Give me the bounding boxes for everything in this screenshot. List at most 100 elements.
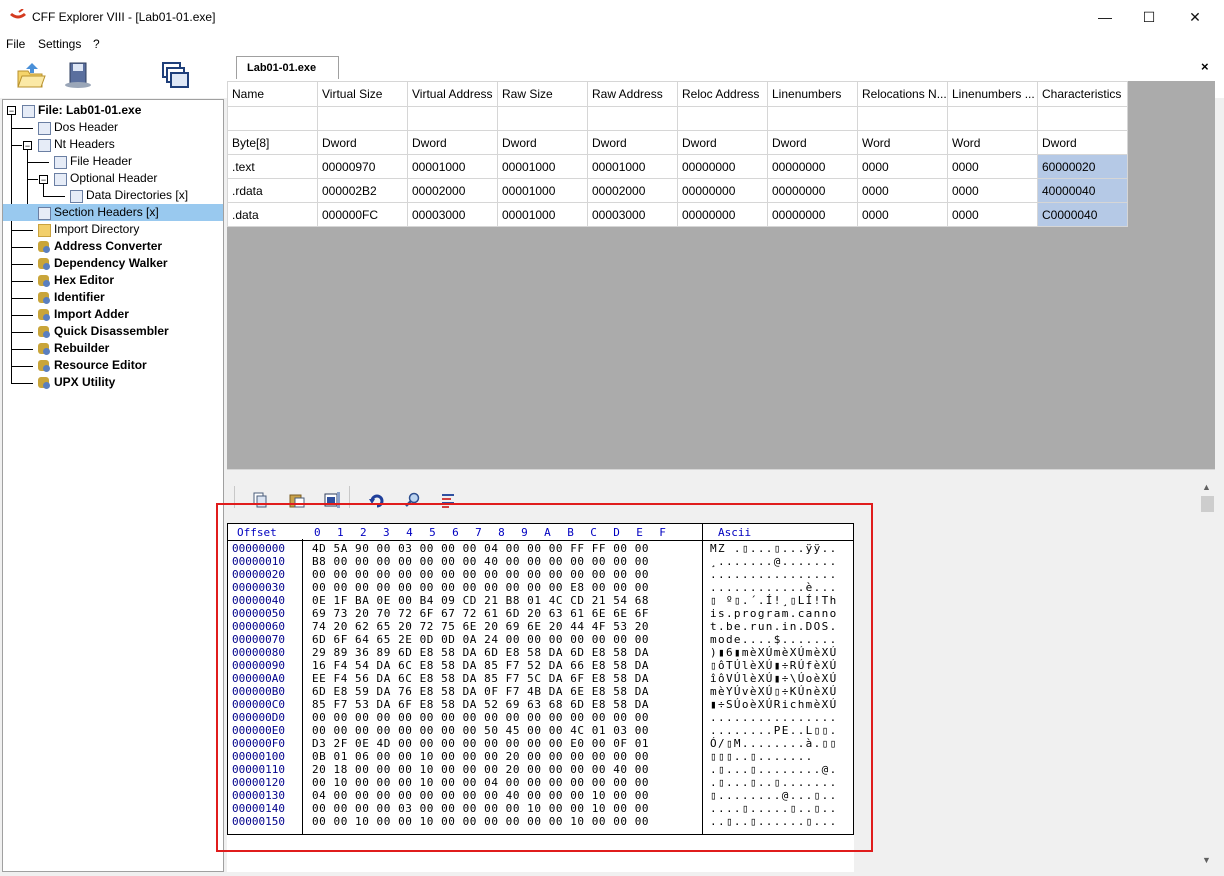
- hex-offset[interactable]: 00000120: [232, 776, 285, 789]
- hex-ascii[interactable]: îôVÚlèXÚ▮÷\ÚoèXÚ: [710, 672, 838, 685]
- hex-bytes[interactable]: 00 00 00 00 00 00 00 00 00 00 00 00 00 0…: [312, 711, 649, 724]
- close-tab-icon[interactable]: ×: [1201, 59, 1209, 74]
- hex-ascii[interactable]: mèYÚvèXÚ▯÷KÚnèXÚ: [710, 685, 838, 698]
- table-cell[interactable]: 00002000: [587, 178, 678, 203]
- table-cell[interactable]: 00000000: [767, 154, 858, 179]
- hex-ascii[interactable]: Ó/▯M........à.▯▯: [710, 737, 838, 750]
- hex-offset[interactable]: 00000130: [232, 789, 285, 802]
- hex-offset[interactable]: 00000020: [232, 568, 285, 581]
- minimize-button[interactable]: —: [1082, 0, 1128, 34]
- table-cell[interactable]: 00003000: [407, 202, 498, 227]
- search-icon[interactable]: [405, 492, 421, 508]
- hex-offset[interactable]: 000000A0: [232, 672, 285, 685]
- table-cell[interactable]: 0000: [857, 202, 948, 227]
- hex-ascii[interactable]: )▮6▮mèXÚmèXÚmèXÚ: [710, 646, 838, 659]
- characteristics-cell[interactable]: C0000040: [1037, 202, 1128, 227]
- maximize-button[interactable]: ☐: [1126, 0, 1172, 34]
- hex-bytes[interactable]: 74 20 62 65 20 72 75 6E 20 69 6E 20 44 4…: [312, 620, 649, 633]
- table-cell[interactable]: 00002000: [407, 178, 498, 203]
- table-cell[interactable]: 0000: [947, 202, 1038, 227]
- table-cell[interactable]: 00001000: [497, 202, 588, 227]
- table-cell[interactable]: .text: [227, 154, 318, 179]
- column-header[interactable]: Name: [227, 81, 318, 107]
- table-blank-row[interactable]: [227, 106, 1128, 131]
- hex-bytes[interactable]: 00 00 00 00 00 00 00 00 00 00 00 00 00 0…: [312, 568, 649, 581]
- table-header-row[interactable]: Name Virtual Size Virtual Address Raw Size R…: [227, 81, 1128, 107]
- menu-help[interactable]: ?: [93, 37, 100, 51]
- table-cell[interactable]: 0000: [947, 178, 1038, 203]
- tree-item-hex-editor[interactable]: Hex Editor: [38, 272, 114, 289]
- scrollbar-thumb[interactable]: [1201, 496, 1214, 512]
- hex-ascii[interactable]: ............è...: [710, 581, 838, 594]
- hex-ascii[interactable]: ▯ôTÚlèXÚ▮÷RÚfèXÚ: [710, 659, 838, 672]
- hex-ascii[interactable]: ▯▯▯..▯.......: [710, 750, 814, 763]
- hex-ascii[interactable]: .▯...▯........@.: [710, 763, 838, 776]
- copy-icon[interactable]: [252, 492, 268, 508]
- menu-file[interactable]: File: [6, 37, 25, 51]
- hex-offset[interactable]: 00000110: [232, 763, 285, 776]
- close-window-button[interactable]: ✕: [1172, 0, 1218, 34]
- hex-bytes[interactable]: 04 00 00 00 00 00 00 00 00 40 00 00 00 1…: [312, 789, 649, 802]
- hex-bytes[interactable]: 20 18 00 00 00 10 00 00 00 20 00 00 00 0…: [312, 763, 649, 776]
- hex-offset[interactable]: 000000F0: [232, 737, 285, 750]
- column-header[interactable]: Relocations N...: [857, 81, 948, 107]
- hex-offset[interactable]: 00000080: [232, 646, 285, 659]
- tree-item-section-headers[interactable]: Section Headers [x]: [3, 204, 223, 221]
- table-cell[interactable]: 00003000: [587, 202, 678, 227]
- tree-item-optional-header[interactable]: Optional Header: [54, 170, 157, 187]
- table-cell[interactable]: 00000970: [317, 154, 408, 179]
- column-header[interactable]: Virtual Size: [317, 81, 408, 107]
- column-header[interactable]: Raw Size: [497, 81, 588, 107]
- tree-item-quick-disassembler[interactable]: Quick Disassembler: [38, 323, 169, 340]
- table-row[interactable]: .rdata 000002B2 00002000 00001000 00002000 00…: [227, 178, 1128, 203]
- tree-item-import-adder[interactable]: Import Adder: [38, 306, 129, 323]
- column-header[interactable]: Linenumbers ...: [947, 81, 1038, 107]
- hex-ascii[interactable]: ........PE..L▯▯.: [710, 724, 838, 737]
- tree-item-resource-editor[interactable]: Resource Editor: [38, 357, 147, 374]
- select-all-icon[interactable]: [441, 492, 457, 508]
- tree-item-identifier[interactable]: Identifier: [38, 289, 105, 306]
- hex-ascii[interactable]: ¸.......@.......: [710, 555, 838, 568]
- hex-ascii[interactable]: is.program.canno: [710, 607, 838, 620]
- hex-offset[interactable]: 000000E0: [232, 724, 285, 737]
- hex-bytes[interactable]: 00 00 00 00 00 00 00 00 00 00 00 00 E8 0…: [312, 581, 649, 594]
- characteristics-cell[interactable]: 40000040: [1037, 178, 1128, 203]
- hex-offset[interactable]: 000000D0: [232, 711, 285, 724]
- hex-bytes[interactable]: 85 F7 53 DA 6F E8 58 DA 52 69 63 68 6D E…: [312, 698, 649, 711]
- hex-ascii[interactable]: ▯ º▯.´.Í!¸▯LÍ!Th: [710, 594, 838, 607]
- table-row[interactable]: .text 00000970 00001000 00001000 00001000 000…: [227, 154, 1128, 179]
- hex-ascii[interactable]: ▮÷SÚoèXÚRichmèXÚ: [710, 698, 838, 711]
- hex-offset[interactable]: 00000000: [232, 542, 285, 555]
- hex-bytes[interactable]: 00 00 10 00 00 10 00 00 00 00 00 00 10 0…: [312, 815, 649, 828]
- table-cell[interactable]: 0000: [947, 154, 1038, 179]
- table-cell[interactable]: 00000000: [767, 202, 858, 227]
- hex-ascii[interactable]: ................: [710, 568, 838, 581]
- table-cell[interactable]: 00000000: [767, 178, 858, 203]
- table-cell[interactable]: 00000000: [677, 202, 768, 227]
- hex-bytes[interactable]: 16 F4 54 DA 6C E8 58 DA 85 F7 52 DA 66 E…: [312, 659, 649, 672]
- column-header[interactable]: Characteristics: [1037, 81, 1128, 107]
- table-cell[interactable]: 0000: [857, 178, 948, 203]
- table-cell[interactable]: 0000: [857, 154, 948, 179]
- open-file-icon[interactable]: [16, 61, 46, 89]
- tree-item-data-directories[interactable]: Data Directories [x]: [70, 187, 188, 204]
- hex-offset[interactable]: 00000010: [232, 555, 285, 568]
- hex-bytes[interactable]: 00 00 00 00 00 00 00 00 50 45 00 00 4C 0…: [312, 724, 649, 737]
- hex-ascii[interactable]: ▯........@...▯..: [710, 789, 838, 802]
- hex-offset[interactable]: 00000050: [232, 607, 285, 620]
- tree-item-file-header[interactable]: File Header: [54, 153, 132, 170]
- expand-nt-headers-toggle[interactable]: −: [23, 141, 32, 151]
- scroll-up-icon[interactable]: ▲: [1202, 482, 1211, 492]
- hex-bytes[interactable]: 6D E8 59 DA 76 E8 58 DA 0F F7 4B DA 6E E…: [312, 685, 649, 698]
- hex-bytes[interactable]: 00 00 00 00 03 00 00 00 00 00 10 00 00 1…: [312, 802, 649, 815]
- tree-item-rebuilder[interactable]: Rebuilder: [38, 340, 109, 357]
- tree-item-upx-utility[interactable]: UPX Utility: [38, 374, 115, 391]
- hex-bytes[interactable]: 6D 6F 64 65 2E 0D 0D 0A 24 00 00 00 00 0…: [312, 633, 649, 646]
- column-header[interactable]: Virtual Address: [407, 81, 498, 107]
- goto-offset-icon[interactable]: [369, 492, 385, 508]
- expand-root-toggle[interactable]: −: [7, 106, 16, 116]
- hex-offset[interactable]: 00000040: [232, 594, 285, 607]
- tree-item-import-directory[interactable]: Import Directory: [38, 221, 139, 238]
- tree-item-dependency-walker[interactable]: Dependency Walker: [38, 255, 168, 272]
- column-header[interactable]: Reloc Address: [677, 81, 768, 107]
